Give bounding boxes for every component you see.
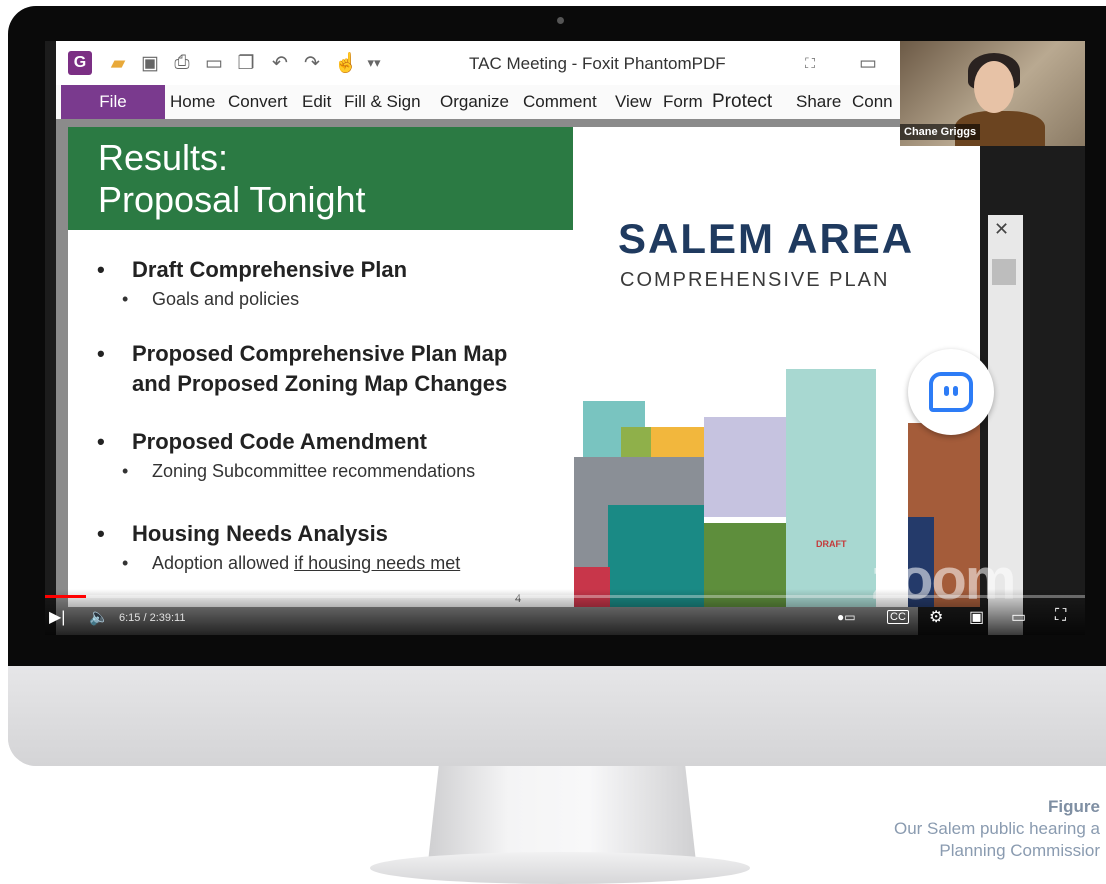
- minimize-icon[interactable]: ▭: [856, 51, 880, 75]
- menu-view[interactable]: View: [615, 92, 652, 112]
- menu-convert[interactable]: Convert: [228, 92, 288, 112]
- scroll-up-icon[interactable]: ✕: [994, 219, 1009, 240]
- next-video-icon[interactable]: ▶|: [49, 607, 65, 627]
- monitor-stand: [428, 766, 696, 862]
- slide-page: Results: Proposal Tonight • Draft Compreh…: [68, 127, 980, 607]
- menu-organize[interactable]: Organize: [440, 92, 509, 112]
- monitor-chin: [8, 666, 1106, 766]
- redo-icon[interactable]: ↷: [300, 51, 324, 75]
- participant-name: Chane Griggs: [900, 124, 981, 140]
- menu-edit[interactable]: Edit: [302, 92, 331, 112]
- screen: G ▰ ▣ ⎙ ▭ ❐ ↶ ↷ ☝ ▾▾ TAC Meeting - Foxit…: [45, 41, 1085, 635]
- menu-connect[interactable]: Conn: [852, 92, 893, 112]
- caption-title: Figure: [1048, 797, 1100, 816]
- sub-bullet-adoption: • Adoption allowed if housing needs met: [122, 553, 461, 573]
- captions-icon[interactable]: CC: [887, 610, 909, 624]
- document-area: Results: Proposal Tonight • Draft Compreh…: [56, 119, 1023, 635]
- chat-bot-button[interactable]: [908, 349, 994, 435]
- ribbon-menu: File Home Convert Edit Fill & Sign Organ…: [56, 85, 918, 119]
- menu-form[interactable]: Form: [663, 92, 703, 112]
- bullet-code-amendment: • Proposed Code Amendment: [97, 429, 427, 454]
- print-icon[interactable]: ⎙: [170, 51, 194, 75]
- progress-fill: [45, 595, 86, 598]
- undo-icon[interactable]: ↶: [268, 51, 292, 75]
- foxit-app-icon[interactable]: G: [68, 51, 92, 75]
- scroll-thumb[interactable]: [992, 259, 1016, 285]
- miniplayer-icon[interactable]: ▣: [969, 607, 984, 627]
- camera-dot: [557, 17, 564, 24]
- new-document-icon[interactable]: ❐: [234, 51, 258, 75]
- fullscreen-icon[interactable]: ⛶: [798, 51, 822, 75]
- collage-lavender-block: [704, 417, 786, 517]
- participant-video[interactable]: Chane Griggs: [900, 41, 1085, 146]
- caption-line-1: Our Salem public hearing a: [893, 819, 1100, 838]
- fullscreen-toggle-icon[interactable]: ⛶: [1055, 607, 1066, 625]
- autoplay-toggle[interactable]: ●▭: [837, 610, 856, 624]
- bullet-plan-map: • Proposed Comprehensive Plan Map: [97, 341, 508, 366]
- draft-badge: DRAFT: [816, 539, 847, 549]
- salem-logo-title: SALEM AREA: [618, 215, 915, 262]
- hand-tool-icon[interactable]: ☝: [334, 51, 358, 75]
- scan-icon[interactable]: ▭: [202, 51, 226, 75]
- customize-dropdown-icon[interactable]: ▾▾: [362, 51, 386, 75]
- menu-file[interactable]: File: [61, 85, 165, 119]
- pdf-app-window: G ▰ ▣ ⎙ ▭ ❐ ↶ ↷ ☝ ▾▾ TAC Meeting - Foxit…: [56, 41, 1023, 635]
- menu-comment[interactable]: Comment: [523, 92, 597, 112]
- caption-line-2: Planning Commissior: [939, 841, 1100, 860]
- monitor-base: [370, 852, 750, 884]
- theater-mode-icon[interactable]: ▭: [1011, 607, 1026, 627]
- video-time: 6:15 / 2:39:11: [119, 612, 186, 624]
- collage-green-block: [621, 427, 651, 457]
- quick-toolbar: G ▰ ▣ ⎙ ▭ ❐ ↶ ↷ ☝ ▾▾ TAC Meeting - Foxit…: [56, 41, 918, 85]
- menu-fill-sign[interactable]: Fill & Sign: [344, 92, 421, 112]
- bullet-housing: • Housing Needs Analysis: [97, 521, 388, 546]
- plan-cover-image: DRAFT: [786, 369, 876, 607]
- participant-face: [974, 61, 1014, 113]
- bullet-plan-map-line2: and Proposed Zoning Map Changes: [132, 371, 508, 396]
- volume-icon[interactable]: 🔈: [89, 607, 109, 627]
- window-title: TAC Meeting - Foxit PhantomPDF: [469, 54, 726, 73]
- menu-home[interactable]: Home: [170, 92, 215, 112]
- save-icon[interactable]: ▣: [138, 51, 162, 75]
- slide-title-banner: Results: Proposal Tonight: [68, 127, 573, 230]
- sub-bullet-zoning: • Zoning Subcommittee recommendations: [122, 461, 476, 481]
- chat-bot-icon: [929, 372, 973, 412]
- video-progress-bar[interactable]: [45, 595, 1085, 598]
- sub-bullet-goals: • Goals and policies: [122, 289, 300, 309]
- settings-icon[interactable]: ⚙: [929, 607, 943, 627]
- open-folder-icon[interactable]: ▰: [106, 51, 130, 75]
- salem-logo-subtitle: COMPREHENSIVE PLAN: [620, 269, 890, 291]
- menu-share[interactable]: Share: [796, 92, 841, 112]
- menu-protect[interactable]: Protect: [712, 91, 772, 113]
- figure-caption: Figure Our Salem public hearing a Planni…: [894, 796, 1100, 862]
- slide-title: Results: Proposal Tonight: [98, 137, 366, 220]
- bullet-draft-plan: • Draft Comprehensive Plan: [97, 257, 408, 282]
